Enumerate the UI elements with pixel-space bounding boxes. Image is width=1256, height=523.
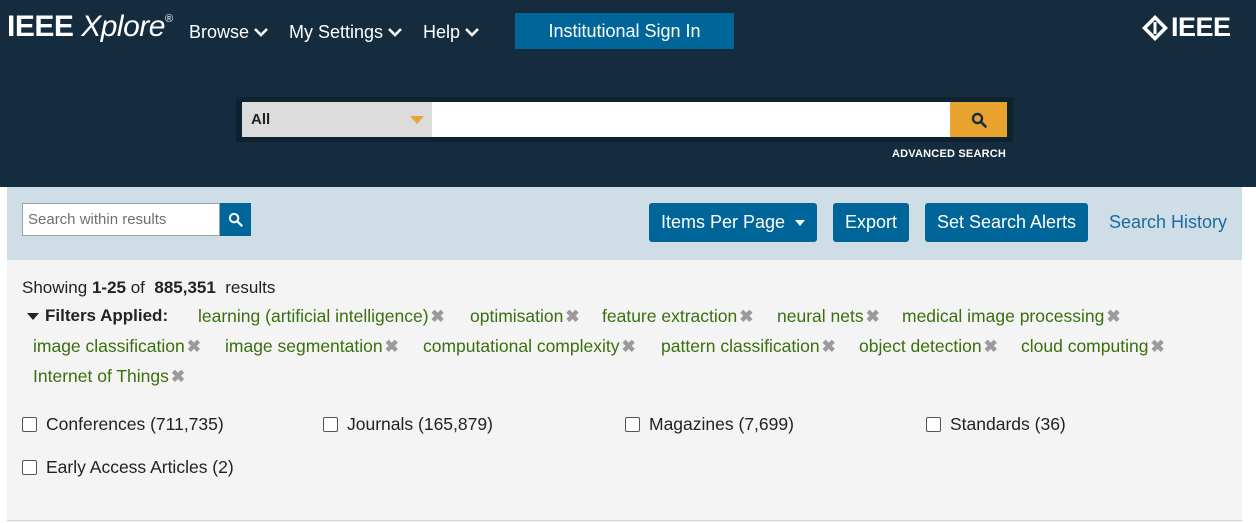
filter-chip: image segmentation ✖	[225, 336, 399, 357]
checkbox[interactable]	[625, 417, 640, 432]
chevron-down-icon	[388, 28, 402, 37]
caret-down-icon	[410, 116, 424, 124]
showing-prefix: Showing	[22, 278, 88, 297]
filter-chip: computational complexity ✖	[423, 336, 636, 357]
content-type-conferences[interactable]: Conferences (711,735)	[22, 414, 224, 435]
content-type-early-access[interactable]: Early Access Articles (2)	[22, 457, 234, 478]
remove-filter-icon[interactable]: ✖	[739, 307, 753, 327]
showing-of: of	[130, 278, 145, 297]
divider	[7, 520, 1242, 521]
search-within-input[interactable]	[22, 203, 220, 236]
filter-label: object detection	[859, 336, 982, 356]
content-type-label: Early Access Articles (2)	[46, 457, 234, 477]
content-type-label: Standards (36)	[950, 414, 1066, 434]
nav-my-settings[interactable]: My Settings	[289, 22, 403, 43]
filter-label: image classification	[33, 336, 185, 356]
filter-chip: feature extraction ✖	[602, 306, 753, 327]
nav-help[interactable]: Help	[423, 22, 480, 43]
results-total: 885,351	[154, 278, 216, 297]
content-type-label: Conferences (711,735)	[46, 414, 224, 434]
search-button[interactable]	[950, 102, 1007, 137]
filter-chip: medical image processing ✖	[902, 306, 1121, 327]
filter-label: computational complexity	[423, 336, 620, 356]
filter-label: learning (artificial intelligence)	[198, 306, 429, 326]
remove-filter-icon[interactable]: ✖	[187, 337, 201, 357]
set-search-alerts-button[interactable]: Set Search Alerts	[925, 203, 1088, 242]
caret-down-icon	[795, 219, 806, 226]
results-panel	[7, 260, 1242, 522]
content-type-journals[interactable]: Journals (165,879)	[323, 414, 493, 435]
ieee-logo-text: IEEE	[1171, 12, 1231, 42]
filter-chip: neural nets ✖	[777, 306, 880, 327]
filter-label: optimisation	[470, 306, 564, 326]
remove-filter-icon[interactable]: ✖	[866, 307, 880, 327]
filter-label: feature extraction	[602, 306, 738, 326]
remove-filter-icon[interactable]: ✖	[1150, 337, 1164, 357]
caret-down-icon	[27, 312, 39, 320]
search-scope-value: All	[251, 111, 271, 128]
nav-my-settings-label: My Settings	[289, 22, 384, 42]
filter-chip: cloud computing ✖	[1021, 336, 1165, 357]
remove-filter-icon[interactable]: ✖	[621, 337, 635, 357]
filters-applied-toggle[interactable]: Filters Applied:	[27, 306, 168, 326]
content-type-label: Journals (165,879)	[347, 414, 493, 434]
items-per-page-label: Items Per Page	[660, 212, 786, 232]
filters-applied-label: Filters Applied:	[45, 306, 169, 325]
filter-chip: optimisation ✖	[470, 306, 580, 327]
checkbox[interactable]	[22, 417, 37, 432]
content-type-label: Magazines (7,699)	[649, 414, 794, 434]
checkbox[interactable]	[323, 417, 338, 432]
nav-browse[interactable]: Browse	[189, 22, 269, 43]
filter-chip: image classification ✖	[33, 336, 201, 357]
chevron-down-icon	[465, 28, 479, 37]
filter-chip: learning (artificial intelligence) ✖	[198, 306, 445, 327]
chevron-down-icon	[254, 28, 268, 37]
filter-label: neural nets	[777, 306, 864, 326]
brand-registered: ®	[164, 13, 173, 25]
filter-chip: object detection ✖	[859, 336, 998, 357]
search-history-link[interactable]: Search History	[1109, 212, 1227, 233]
filter-chip: pattern classification ✖	[661, 336, 836, 357]
ieee-xplore-logo[interactable]: IEEE Xplore®	[7, 10, 173, 44]
ieee-diamond-icon	[1142, 14, 1168, 41]
remove-filter-icon[interactable]: ✖	[431, 307, 445, 327]
search-input[interactable]	[432, 102, 950, 137]
search-within-button[interactable]	[220, 203, 251, 236]
filter-label: cloud computing	[1021, 336, 1149, 356]
remove-filter-icon[interactable]: ✖	[171, 367, 185, 387]
ieee-logo[interactable]: IEEE	[1141, 12, 1231, 43]
results-count: Showing 1-25 of 885,351 results	[22, 278, 275, 298]
remove-filter-icon[interactable]: ✖	[565, 307, 579, 327]
filter-label: medical image processing	[902, 306, 1105, 326]
search-icon	[228, 212, 243, 227]
results-range: 1-25	[91, 278, 126, 297]
content-type-standards[interactable]: Standards (36)	[926, 414, 1066, 435]
filter-label: pattern classification	[661, 336, 820, 356]
remove-filter-icon[interactable]: ✖	[984, 337, 998, 357]
remove-filter-icon[interactable]: ✖	[1106, 307, 1120, 327]
export-button[interactable]: Export	[833, 203, 909, 242]
brand-main: IEEE	[7, 10, 74, 43]
remove-filter-icon[interactable]: ✖	[822, 337, 836, 357]
search-icon	[971, 112, 987, 128]
brand-italic: Xplore	[81, 10, 165, 43]
remove-filter-icon[interactable]: ✖	[385, 337, 399, 357]
advanced-search-link[interactable]: ADVANCED SEARCH	[892, 148, 1006, 160]
filter-chip: Internet of Things ✖	[33, 366, 185, 387]
institutional-sign-in-button[interactable]: Institutional Sign In	[515, 13, 734, 49]
items-per-page-button[interactable]: Items Per Page	[649, 203, 817, 242]
checkbox[interactable]	[926, 417, 941, 432]
nav-browse-label: Browse	[189, 22, 250, 42]
nav-help-label: Help	[423, 22, 461, 42]
content-type-magazines[interactable]: Magazines (7,699)	[625, 414, 794, 435]
filter-label: image segmentation	[225, 336, 383, 356]
search-scope-select[interactable]: All	[242, 102, 432, 137]
filter-label: Internet of Things	[33, 366, 169, 386]
showing-suffix: results	[225, 278, 276, 297]
checkbox[interactable]	[22, 460, 37, 475]
